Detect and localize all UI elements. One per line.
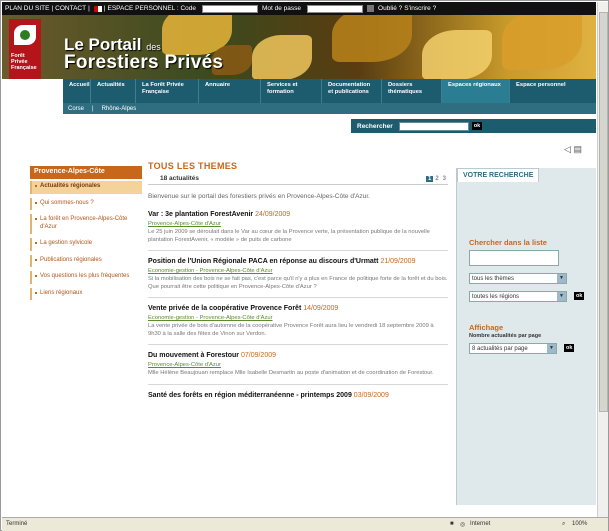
nav-dossiers[interactable]: Dossiers thématiques [382,79,442,103]
news-item: Santé des forêts en région méditerranéen… [148,385,448,406]
region-sidebar: Provence-Alpes-Côte Actualités régionale… [30,166,142,300]
scrollbar[interactable] [597,2,608,517]
zone-label: Internet [470,521,491,527]
page-title: TOUS LES THEMES [148,161,238,171]
security-icon: ■ [450,521,454,527]
nav-annuaire[interactable]: Annuaire [199,79,261,103]
sidebar-item-la-foret[interactable]: La forêt en Provence-Alpes-Côte d'Azur [30,214,142,234]
site-title-line2: Forestiers Privés [64,52,224,73]
page-1[interactable]: 1 [425,175,434,182]
search-bar: Rechercher ok [351,119,596,133]
mail-icon[interactable] [93,5,102,12]
sidebar-item-gestion[interactable]: La gestion sylvicole [30,238,142,251]
per-page-label: Nombre actualités par page [469,333,542,339]
count-bar: 18 actualités 1 2 3 [148,173,448,185]
send-icon[interactable]: ◁ [564,144,571,154]
per-page-select[interactable]: 8 actualités par page ▼ [469,343,557,354]
register-link[interactable]: S'inscrire ? [404,5,436,12]
header-banner: Forêt Privée Française Le Portail des Fo… [2,15,596,79]
sidebar-item-publications[interactable]: Publications régionales [30,254,142,267]
search-label: Rechercher [357,122,393,130]
subnav-corse[interactable]: Corse [68,106,84,112]
chevron-down-icon: ▼ [557,274,566,283]
search-panel: VOTRE RECHERCHE Chercher dans la liste t… [456,168,596,505]
news-title[interactable]: Position de l'Union Régionale PACA en ré… [148,257,448,266]
print-icon[interactable]: ▤ [573,144,582,154]
list-search-title: Chercher dans la liste [469,238,547,247]
sidebar-item-liens[interactable]: Liens régionaux [30,287,142,300]
news-item: Vente privée de la coopérative Provence … [148,298,448,345]
sidebar-title: Provence-Alpes-Côte [30,166,142,179]
nav-espace-personnel[interactable]: Espace personnel [510,79,596,103]
logo-text: Forêt Privée Française [11,53,37,71]
sidebar-item-actualites[interactable]: Actualités régionales [30,181,142,194]
per-page-ok-button[interactable]: ok [564,344,575,352]
search-panel-tab: VOTRE RECHERCHE [457,168,540,182]
logo[interactable]: Forêt Privée Française [9,19,41,79]
page-3[interactable]: 3 [441,176,448,182]
zoom-level[interactable]: 100% [572,521,587,527]
news-item: Position de l'Union Régionale PACA en ré… [148,251,448,298]
site-map-link[interactable]: PLAN DU SITE [5,5,49,12]
browser-window: PLAN DU SITE | CONTACT | | ESPACE PERSONNE… [0,0,609,531]
news-title[interactable]: Var : 3e plantation ForestAvenir 24/09/2… [148,210,448,219]
news-count: 18 actualités [160,175,200,182]
status-bar: Terminé ■ ◎ Internet ⌕ 100% [2,517,608,531]
news-category[interactable]: Provence-Alpes-Côte d'Azur [148,221,448,227]
main-nav: Accueil Actualités La Forêt Privée Franç… [63,79,596,103]
forgot-link[interactable]: Oublié ? [378,5,402,12]
search-ok-button[interactable]: ok [471,122,483,130]
affichage-title: Affichage [469,323,504,332]
top-bar: PLAN DU SITE | CONTACT | | ESPACE PERSONNE… [2,2,596,15]
status-text: Terminé [6,521,28,527]
news-category[interactable]: Economie-gestion - Provence-Alpes-Côte d… [148,268,448,274]
news-summary: Mlle Hélène Beaujouan remplace Mlle Isab… [148,370,434,376]
search-input[interactable] [398,121,469,131]
news-summary: Si la mobilisation des bois ne se fait p… [148,276,448,290]
sub-nav: Corse | Rhône-Alpes [63,103,596,114]
chevron-down-icon: ▼ [557,292,566,301]
news-category[interactable]: Economie-gestion - Provence-Alpes-Côte d… [148,315,448,321]
sidebar-item-qui-sommes-nous[interactable]: Qui sommes-nous ? [30,197,142,210]
code-input[interactable] [202,4,258,13]
espace-label: ESPACE PERSONNEL : Code [107,5,196,12]
intro-text: Bienvenue sur le portail des forestiers … [148,193,370,200]
news-item: Du mouvement à Forestour 07/09/2009 Prov… [148,345,448,385]
list-search-input[interactable] [469,250,559,266]
password-input[interactable] [307,4,364,13]
nav-espaces-regionaux[interactable]: Espaces régionaux [442,79,510,103]
news-list: TOUS LES THEMES 18 actualités 1 2 3 Bien… [148,161,448,406]
pagination: 1 2 3 [425,175,448,182]
themes-select[interactable]: tous les thèmes ▼ [469,273,567,284]
regions-select[interactable]: toutes les régions ▼ [469,291,567,302]
list-search-ok-button[interactable]: ok [574,292,585,300]
news-item: Var : 3e plantation ForestAvenir 24/09/2… [148,204,448,251]
page-2[interactable]: 2 [433,176,440,182]
scrollbar-thumb[interactable] [599,12,608,412]
globe-icon: ◎ [460,522,466,528]
news-title[interactable]: Santé des forêts en région méditerranéen… [148,391,448,400]
news-summary: Le 25 juin 2009 se déroulait dans le Var… [148,229,430,243]
nav-services[interactable]: Services et formation [261,79,322,103]
news-title[interactable]: Vente privée de la coopérative Provence … [148,304,448,313]
page-tools: ◁ ▤ [564,144,582,155]
contact-link[interactable]: CONTACT [55,5,86,12]
nav-actualites[interactable]: Actualités [91,79,136,103]
login-button[interactable] [367,5,375,12]
news-summary: La vente privée de bois d'automne de la … [148,323,434,337]
news-category[interactable]: Provence-Alpes-Côte d'Azur [148,362,448,368]
nav-documentation[interactable]: Documentation et publications [322,79,382,103]
nav-accueil[interactable]: Accueil [63,79,91,103]
chevron-down-icon: ▼ [547,344,556,353]
sidebar-item-questions[interactable]: Vos questions les plus fréquentes [30,271,142,284]
zoom-icon: ⌕ [562,521,566,527]
password-label: Mot de passe [262,5,302,12]
news-title[interactable]: Du mouvement à Forestour 07/09/2009 [148,351,448,360]
nav-foret-privee[interactable]: La Forêt Privée Française [136,79,199,103]
logo-mark-icon [14,25,36,45]
subnav-rhone-alpes[interactable]: Rhône-Alpes [102,106,137,112]
